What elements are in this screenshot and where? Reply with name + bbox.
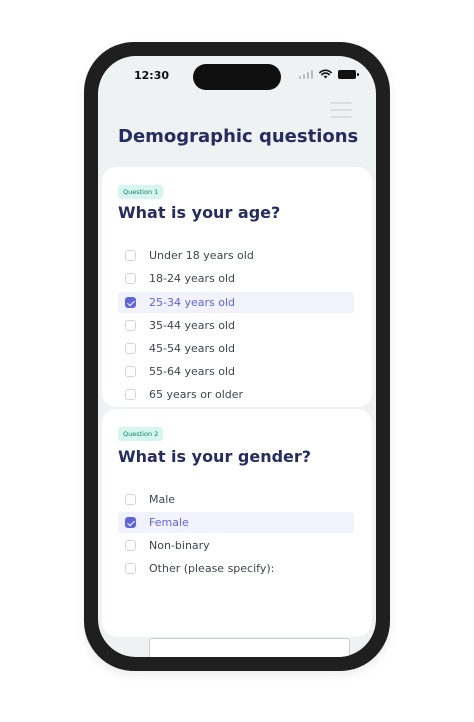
option-label: 25-34 years old — [149, 296, 235, 309]
checkbox[interactable] — [125, 366, 136, 377]
checkbox-checked[interactable] — [125, 517, 136, 528]
option-label: 35-44 years old — [149, 319, 235, 332]
checkbox-checked[interactable] — [125, 297, 136, 308]
checkbox[interactable] — [125, 540, 136, 551]
gender-option-non-binary[interactable]: Non-binary — [118, 535, 354, 556]
option-label: Female — [149, 516, 189, 529]
option-label: Male — [149, 493, 176, 506]
page-title: Demographic questions — [118, 126, 359, 147]
question-title: What is your age? — [118, 203, 281, 222]
option-label: Non-binary — [149, 539, 210, 552]
age-option-35-44[interactable]: 35-44 years old — [118, 315, 354, 336]
question-badge: Question 2 — [118, 427, 164, 441]
checkbox[interactable] — [125, 273, 136, 284]
option-label: 65 years or older — [149, 388, 244, 401]
option-label: 55-64 years old — [149, 365, 235, 378]
option-label: 45-54 years old — [149, 342, 235, 355]
question-title: What is your gender? — [118, 447, 312, 466]
checkbox[interactable] — [125, 250, 136, 261]
option-label: Other (please specify): — [149, 562, 275, 575]
signal-icon — [299, 69, 313, 79]
question-card-age: Question 1 What is your age? Under 18 ye… — [102, 167, 372, 407]
status-time: 12:30 — [134, 69, 170, 82]
phone-frame: 12:30 Demographic questions Question 1 W… — [84, 42, 390, 671]
checkbox[interactable] — [125, 320, 136, 331]
status-icons — [299, 69, 359, 79]
gender-option-male[interactable]: Male — [118, 489, 354, 510]
wifi-icon — [319, 69, 332, 79]
hamburger-menu-icon[interactable] — [330, 102, 352, 123]
option-label: 18-24 years old — [149, 272, 235, 285]
checkbox[interactable] — [125, 494, 136, 505]
age-option-45-54[interactable]: 45-54 years old — [118, 338, 354, 359]
checkbox[interactable] — [125, 563, 136, 574]
option-label: Under 18 years old — [149, 249, 254, 262]
other-specify-input[interactable] — [149, 638, 350, 657]
age-option-under-18[interactable]: Under 18 years old — [118, 245, 354, 266]
question-badge: Question 1 — [118, 185, 164, 199]
checkbox[interactable] — [125, 389, 136, 400]
question-card-gender: Question 2 What is your gender? Male Fem… — [102, 409, 372, 657]
dynamic-island — [193, 64, 281, 90]
age-option-18-24[interactable]: 18-24 years old — [118, 268, 354, 289]
checkbox[interactable] — [125, 343, 136, 354]
age-option-55-64[interactable]: 55-64 years old — [118, 361, 354, 382]
gender-option-other[interactable]: Other (please specify): — [118, 558, 354, 579]
age-option-65-plus[interactable]: 65 years or older — [118, 384, 354, 405]
battery-icon — [338, 69, 359, 79]
age-option-25-34[interactable]: 25-34 years old — [118, 292, 354, 313]
phone-screen: 12:30 Demographic questions Question 1 W… — [98, 56, 376, 657]
gender-option-female[interactable]: Female — [118, 512, 354, 533]
